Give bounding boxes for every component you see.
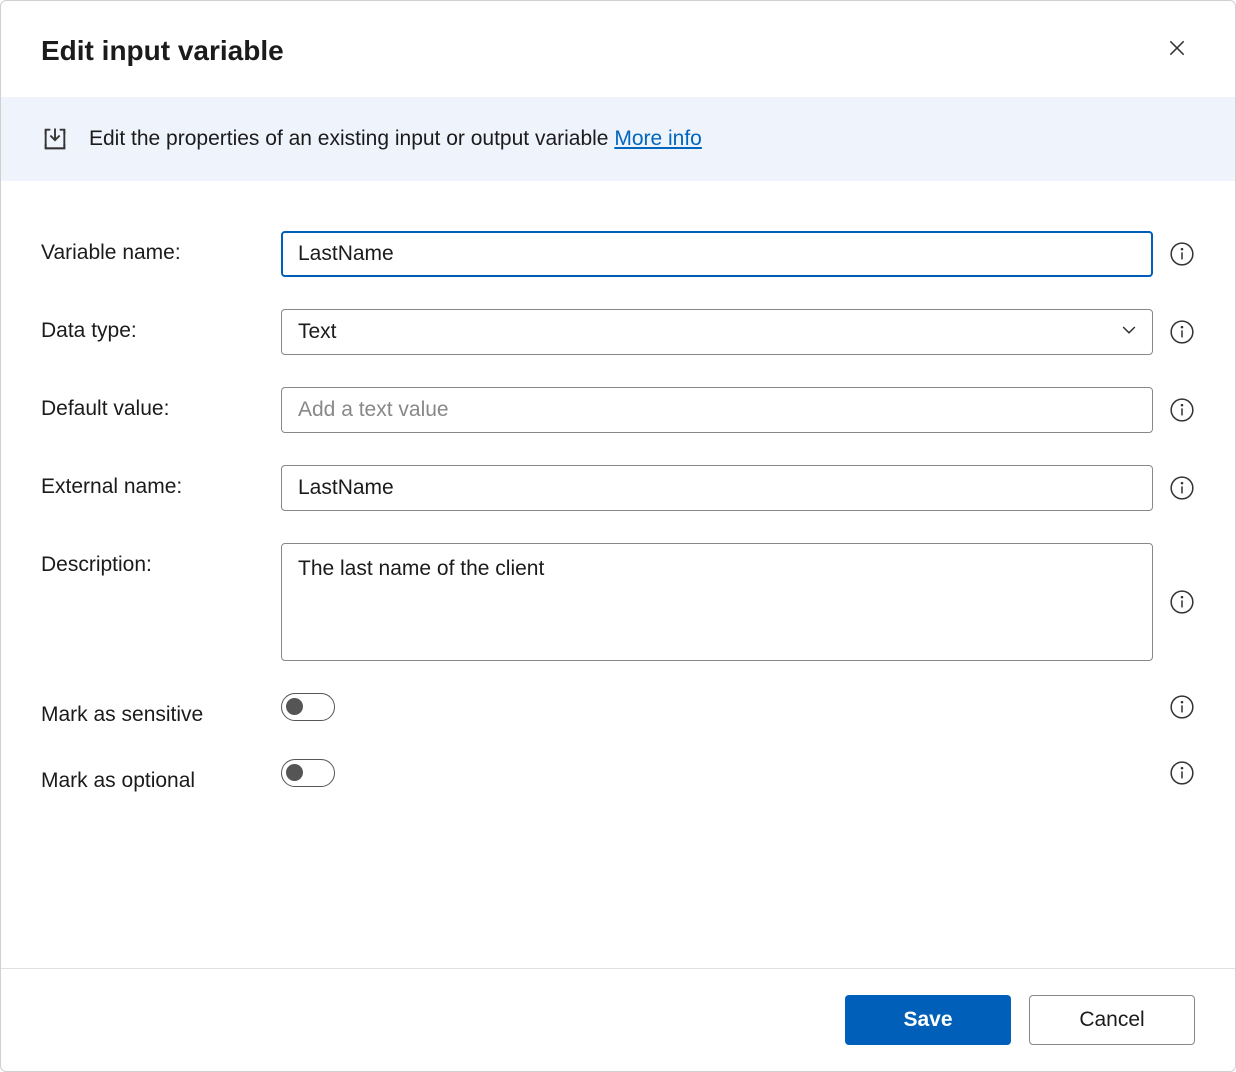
data-type-label: Data type: [41,309,261,343]
info-icon[interactable] [1169,694,1195,720]
description-row: Description: The last name of the client [41,543,1195,661]
external-name-label: External name: [41,465,261,499]
mark-sensitive-row: Mark as sensitive [41,693,1195,727]
cancel-button[interactable]: Cancel [1029,995,1195,1045]
info-icon[interactable] [1169,241,1195,267]
dialog-footer: Save Cancel [1,968,1235,1071]
data-type-select[interactable] [281,309,1153,355]
variable-name-input[interactable] [281,231,1153,277]
mark-optional-label: Mark as optional [41,759,261,793]
info-icon[interactable] [1169,589,1195,615]
external-name-input[interactable] [281,465,1153,511]
info-icon[interactable] [1169,397,1195,423]
mark-sensitive-label: Mark as sensitive [41,693,261,727]
import-variable-icon [41,125,69,153]
toggle-knob [286,764,303,781]
mark-optional-row: Mark as optional [41,759,1195,793]
info-banner: Edit the properties of an existing input… [1,97,1235,181]
close-icon [1167,37,1187,65]
description-textarea[interactable]: The last name of the client [281,543,1153,661]
form-body: Variable name: Data type: [1,181,1235,968]
dialog-header: Edit input variable [1,1,1235,97]
external-name-row: External name: [41,465,1195,511]
mark-optional-toggle[interactable] [281,759,335,787]
toggle-knob [286,698,303,715]
more-info-link[interactable]: More info [614,127,702,150]
data-type-row: Data type: [41,309,1195,355]
description-label: Description: [41,543,261,577]
close-button[interactable] [1159,29,1195,73]
default-value-label: Default value: [41,387,261,421]
banner-message: Edit the properties of an existing input… [89,127,614,150]
variable-name-row: Variable name: [41,231,1195,277]
info-icon[interactable] [1169,760,1195,786]
mark-sensitive-toggle[interactable] [281,693,335,721]
default-value-row: Default value: [41,387,1195,433]
variable-name-label: Variable name: [41,231,261,265]
edit-input-variable-dialog: Edit input variable Edit the properties [0,0,1236,1072]
save-button[interactable]: Save [845,995,1011,1045]
info-icon[interactable] [1169,475,1195,501]
dialog-title: Edit input variable [41,35,284,67]
info-icon[interactable] [1169,319,1195,345]
banner-text: Edit the properties of an existing input… [89,127,702,151]
default-value-input[interactable] [281,387,1153,433]
